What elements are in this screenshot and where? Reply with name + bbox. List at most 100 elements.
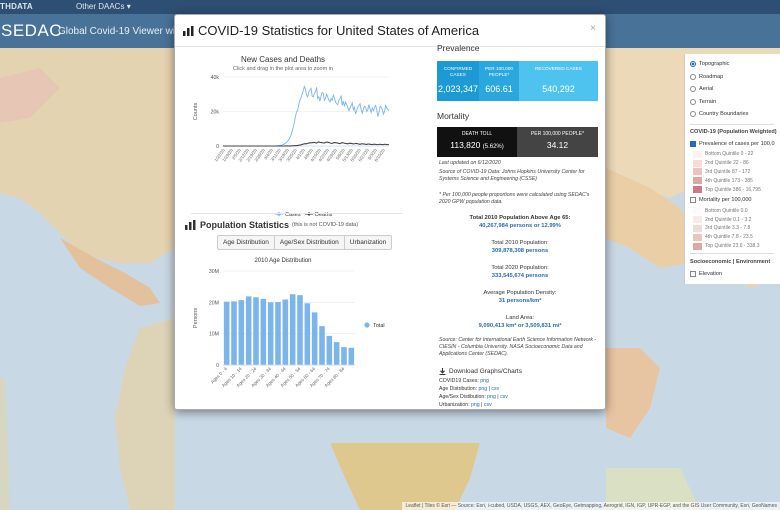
legend-item: Bottom Quintile 0 - 22 [690, 150, 780, 159]
age-bar[interactable] [341, 347, 347, 365]
population-data-source: Source: Center for International Earth S… [439, 337, 597, 357]
y-tick-label: 0 [216, 144, 219, 150]
elevation-toggle[interactable]: Elevation [690, 267, 780, 280]
elevation-label: Elevation [699, 270, 723, 277]
age-bar[interactable] [289, 294, 296, 365]
sedac-logo[interactable]: SEDAC [1, 21, 62, 41]
earthdata-brand[interactable]: THDATA [0, 2, 33, 11]
download-row-label: COVID19 Cases: [439, 378, 479, 384]
population-2010-label: Total 2010 Population: [491, 240, 549, 246]
mortality-checkbox[interactable] [690, 197, 696, 204]
prevalence-toggle[interactable]: Prevalence of cases per 100,0 [690, 138, 780, 151]
bar-chart-icon [183, 25, 194, 36]
age-bar[interactable] [223, 301, 230, 365]
basemap-radio[interactable] [690, 86, 696, 93]
age-bar[interactable] [238, 300, 245, 365]
age-bar[interactable] [304, 303, 311, 365]
basemap-option[interactable]: Roadmap [690, 71, 780, 84]
basemap-option[interactable]: Topographic [690, 58, 780, 71]
download-png-link[interactable]: png [471, 402, 480, 408]
close-icon[interactable]: × [590, 23, 596, 34]
age-distribution-chart[interactable]: Persons010M20M30MAges 0 - 4Ages 10 - 14A… [183, 265, 395, 405]
age-bar[interactable] [333, 342, 340, 365]
age-bar[interactable] [245, 296, 252, 365]
top-nav: THDATA Other DAACs ▾ [0, 0, 780, 14]
age-bar[interactable] [260, 298, 267, 365]
other-daacs-menu[interactable]: Other DAACs ▾ [76, 2, 131, 11]
legend-swatch [693, 242, 702, 250]
download-heading-text: Download Graphs/Charts [449, 368, 522, 375]
prevalence-legend: Bottom Quintile 0 - 22 2nd Quintile 22 - … [690, 150, 780, 194]
legend-item: 4th Quintile 7.8 - 23.5 [690, 233, 780, 242]
age-distribution-button[interactable]: Age Distribution [217, 235, 275, 250]
age-chart-title: 2010 Age Distribution [254, 258, 312, 264]
basemap-radio[interactable] [690, 111, 696, 118]
age-bar[interactable] [282, 299, 289, 365]
y-tick-label: 20k [211, 110, 220, 116]
legend-swatch [693, 168, 702, 176]
age-bar[interactable] [311, 312, 318, 365]
age-sex-distribution-button[interactable]: Age/Sex Distribution [273, 235, 345, 250]
legend-item: 2nd Quintile 22 - 86 [690, 159, 780, 168]
cases-chart-subtitle: Click and drag in the plot area to zoom … [233, 66, 333, 72]
legend-label: 4th Quintile 173 - 385 [705, 177, 753, 184]
mortality-per-100k-box: Per 100,000 people* 34.12 [517, 127, 598, 157]
cases-deaths-chart[interactable]: Counts020k40k1/22/201/29/202/5/202/12/20… [183, 73, 395, 223]
basemap-label: Terrain [699, 98, 717, 105]
legend-label: Top Quintile 23.6 - 338.3 [705, 243, 760, 250]
mortality-heading: Mortality [437, 111, 470, 121]
download-icon [439, 368, 446, 375]
total-legend-label[interactable]: Total [373, 323, 385, 329]
mortality-label: Mortality per 100,000 [699, 197, 752, 204]
y-tick-label: 20M [209, 300, 219, 306]
density-label: Average Population Density: [483, 290, 557, 296]
legend-swatch [693, 177, 702, 185]
basemap-radio[interactable] [690, 98, 696, 105]
age-bar[interactable] [297, 295, 303, 365]
legend-item: Top Quintile 386 - 16,795 [690, 185, 780, 194]
legend-label: Bottom Quintile 0 - 22 [705, 151, 754, 158]
prevalence-heading: Prevalence [437, 43, 480, 53]
elevation-checkbox[interactable] [690, 270, 696, 277]
download-csv-link[interactable]: csv [500, 394, 508, 400]
mortality-toggle[interactable]: Mortality per 100,000 [690, 194, 780, 207]
basemap-option[interactable]: Terrain [690, 96, 780, 109]
legend-item: 3rd Quintile 3.3 - 7.8 [690, 224, 780, 233]
basemap-radio[interactable] [690, 73, 696, 80]
map-attribution: Leaflet | Tiles © Esri — Source: Esri, i… [402, 502, 780, 510]
basemap-option[interactable]: Aerial [690, 83, 780, 96]
prevalence-label: Prevalence of cases per 100,0 [699, 140, 775, 147]
download-png-link[interactable]: png [487, 394, 496, 400]
y-tick-label: 10M [209, 332, 219, 338]
population-2010-value: 309,878,308 persons [491, 247, 549, 254]
age-bar[interactable] [267, 302, 274, 365]
divider [690, 253, 774, 255]
age-bar[interactable] [319, 326, 325, 365]
divider [690, 123, 774, 125]
age-bar[interactable] [275, 302, 281, 365]
mortality-legend: Bottom Quintile 0.0 2nd Quintile 0.1 - 3.… [690, 206, 780, 250]
age-bar[interactable] [326, 335, 333, 365]
y-axis-label: Counts [193, 103, 199, 121]
legend-item: 2nd Quintile 0.1 - 3.2 [690, 215, 780, 224]
download-row: COVID19 Cases: png [439, 378, 489, 384]
basemap-radio[interactable] [690, 61, 696, 68]
age-bar[interactable] [231, 301, 237, 365]
basemap-option[interactable]: Country Boundaries [690, 108, 780, 121]
download-row: Urbanization: png | csv [439, 402, 492, 408]
covid-data-source: Source of COVID-19 Data: Johns Hopkins U… [439, 169, 585, 182]
download-row-label: Urbanization: [439, 402, 470, 408]
age-bar[interactable] [348, 347, 355, 365]
download-png-link[interactable]: png [479, 386, 488, 392]
download-csv-link[interactable]: csv [491, 386, 499, 392]
y-tick-label: 0 [216, 363, 219, 369]
legend-label: 2nd Quintile 22 - 86 [705, 160, 749, 167]
urbanization-button[interactable]: Urbanization [343, 235, 393, 250]
recovered-cases-box: Recovered cases 540,292 [519, 61, 598, 101]
age-bar[interactable] [253, 297, 259, 365]
download-row-label: Age Distribution: [439, 386, 478, 392]
download-csv-link[interactable]: csv [484, 402, 492, 408]
prevalence-checkbox[interactable] [690, 140, 696, 147]
download-png-link[interactable]: png [480, 378, 489, 384]
density-value: 31 persons/km² [498, 297, 542, 304]
